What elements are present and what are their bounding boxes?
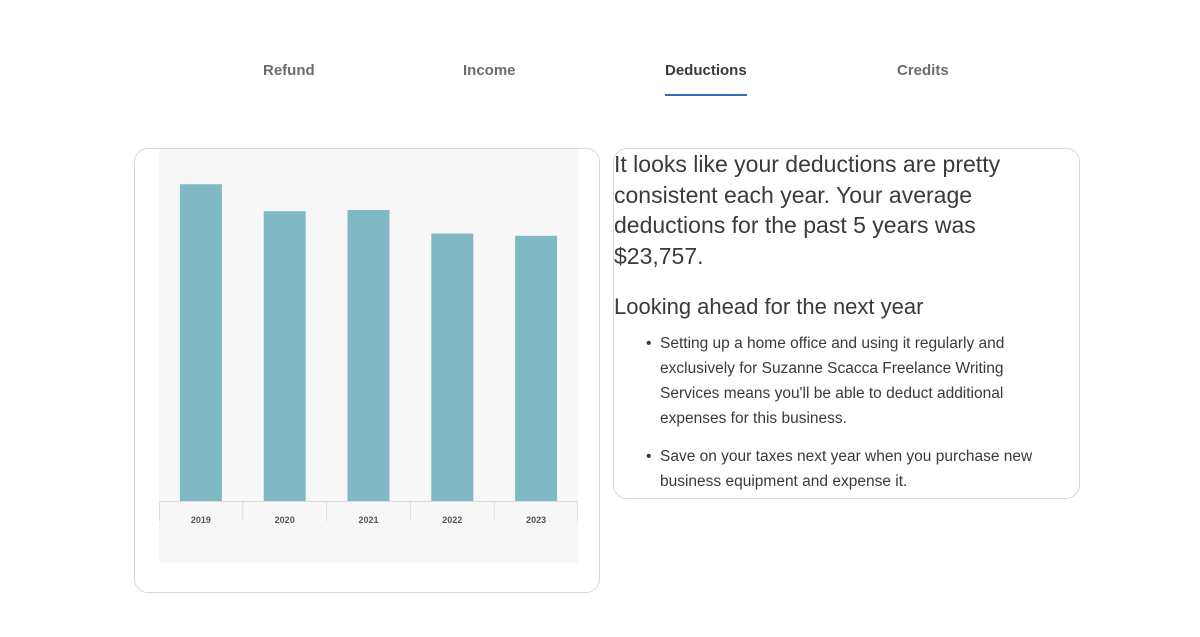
deductions-chart-card: 2019 2020 2021 2022 2023 <box>134 148 600 593</box>
tip-item: Setting up a home office and using it re… <box>646 331 1065 431</box>
x-tick-label: 2021 <box>358 515 378 525</box>
bar-2020 <box>263 211 306 501</box>
bar-2022 <box>431 233 474 501</box>
tab-refund[interactable]: Refund <box>263 62 315 96</box>
tab-credits[interactable]: Credits <box>897 62 949 96</box>
deductions-bar-chart: 2019 2020 2021 2022 2023 <box>159 184 578 525</box>
x-tick-label: 2022 <box>442 515 462 525</box>
tab-income[interactable]: Income <box>463 62 516 96</box>
looking-ahead-heading: Looking ahead for the next year <box>614 294 924 319</box>
deductions-summary: It looks like your deductions are pretty… <box>614 151 1001 269</box>
x-tick-label: 2023 <box>526 515 546 525</box>
chart-area: 2019 2020 2021 2022 2023 <box>159 149 578 563</box>
tab-bar: Refund Income Deductions Credits <box>0 0 1200 100</box>
bar-2019 <box>179 184 222 501</box>
x-tick-label: 2020 <box>275 515 295 525</box>
deductions-insights-card: It looks like your deductions are pretty… <box>613 148 1080 499</box>
tips-list: Setting up a home office and using it re… <box>646 331 1065 498</box>
bar-2023 <box>515 235 558 501</box>
bar-2021 <box>347 210 390 501</box>
tab-deductions[interactable]: Deductions <box>665 62 747 96</box>
x-tick-label: 2019 <box>191 515 211 525</box>
tip-item: Save on your taxes next year when you pu… <box>646 444 1065 494</box>
